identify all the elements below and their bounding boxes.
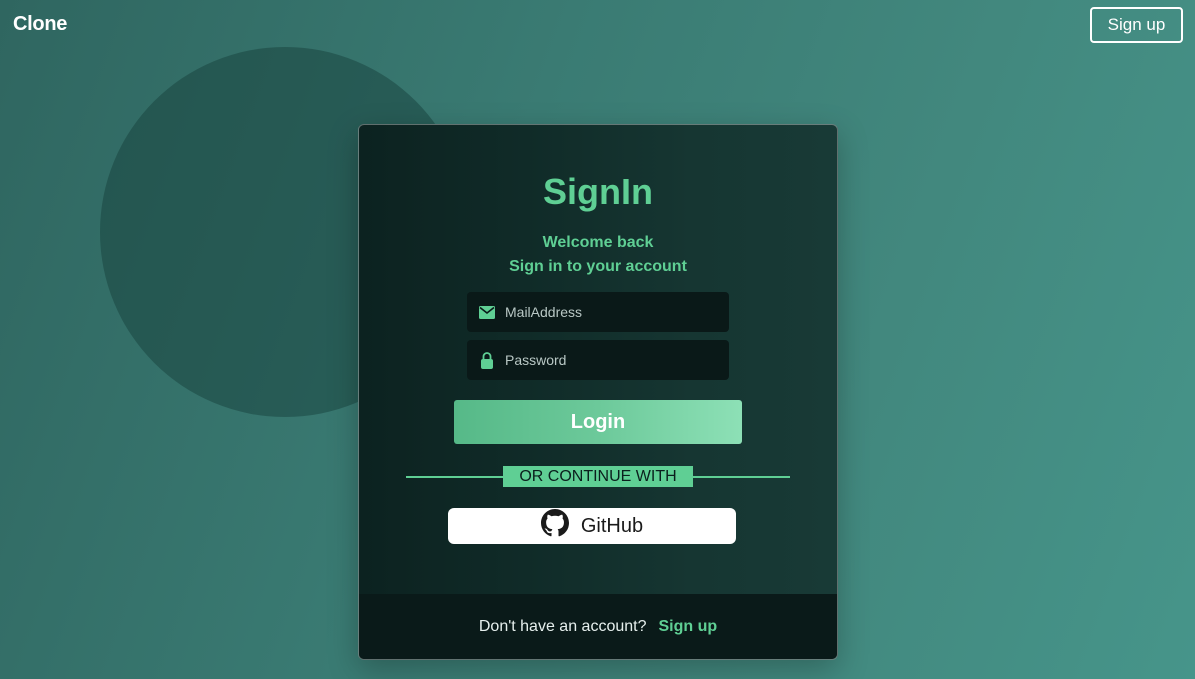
divider-label: OR CONTINUE WITH (503, 466, 693, 487)
github-icon (540, 509, 569, 543)
password-field[interactable] (467, 340, 729, 380)
header-signup-button[interactable]: Sign up (1090, 7, 1183, 43)
footer-text: Don't have an account? (478, 617, 647, 635)
email-field[interactable] (467, 292, 729, 332)
email-input[interactable] (505, 292, 729, 332)
lock-icon (467, 340, 507, 380)
welcome-line-1: Welcome back (542, 234, 654, 251)
footer-signup-link[interactable]: Sign up (658, 618, 717, 636)
page-title: SignIn (543, 171, 653, 212)
signin-card: SignIn Welcome back Sign in to your acco… (358, 124, 838, 660)
brand-logo[interactable]: Clone (13, 13, 67, 36)
welcome-line-2: Sign in to your account (509, 258, 687, 275)
card-footer: Don't have an account? Sign up (359, 594, 837, 659)
password-input[interactable] (505, 340, 729, 380)
login-button[interactable]: Login (454, 400, 742, 444)
welcome-text: Welcome back Sign in to your account (359, 231, 837, 279)
github-button[interactable]: GitHub (448, 508, 736, 544)
github-label: GitHub (580, 514, 644, 537)
mail-icon (467, 292, 507, 332)
